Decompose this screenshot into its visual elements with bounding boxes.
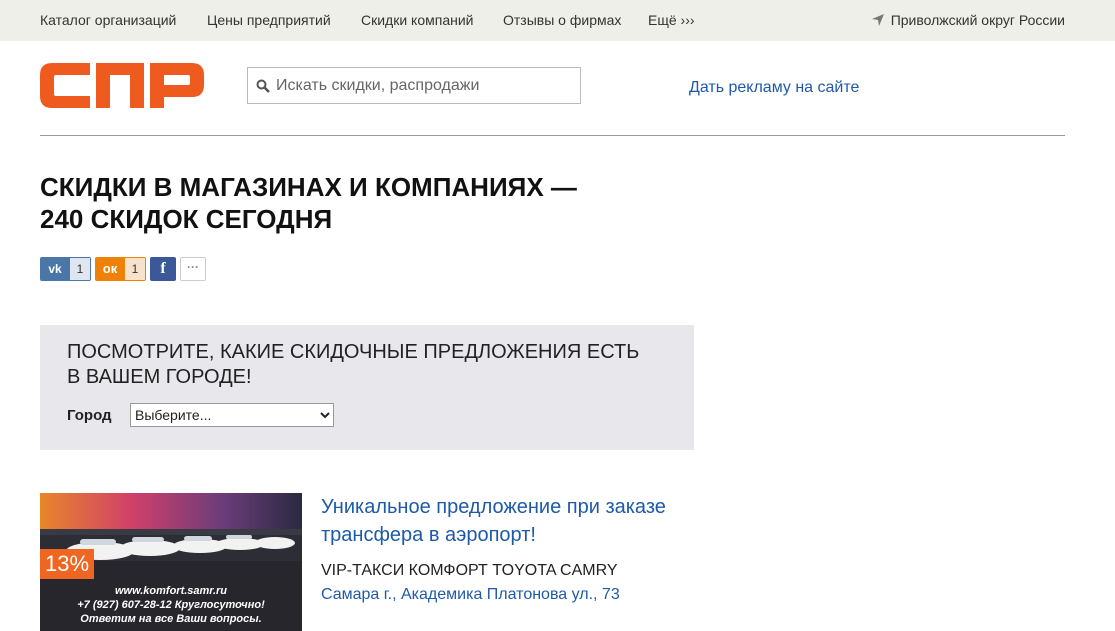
page-title-line-2: 240 СКИДОК СЕГОДНЯ <box>40 204 333 234</box>
header-divider <box>40 135 1065 136</box>
nav-discounts-link[interactable]: Скидки компаний <box>361 12 474 28</box>
nav-reviews-link[interactable]: Отзывы о фирмах <box>503 12 621 28</box>
page-title: СКИДКИ В МАГАЗИНАХ И КОМПАНИЯХ — 240 СКИ… <box>40 171 660 235</box>
search-input[interactable] <box>276 68 576 103</box>
location-arrow-icon <box>871 14 884 26</box>
vk-icon: vk <box>41 258 70 280</box>
offer-image[interactable]: 13% www.komfort.samr.ru +7 (927) 607-28-… <box>40 493 302 631</box>
social-share-bar: vk 1 ок 1 f ··· <box>40 257 210 281</box>
city-filter-heading-line-2: В ВАШЕМ ГОРОДЕ! <box>67 366 252 388</box>
region-label: Приволжский округ России <box>890 12 1065 28</box>
city-select[interactable]: Выберите... <box>130 403 334 427</box>
search-icon[interactable] <box>256 79 270 93</box>
ok-share-count: 1 <box>125 258 145 280</box>
discount-badge: 13% <box>40 549 94 579</box>
nav-more-link[interactable]: Ещё ››› <box>648 12 695 28</box>
city-filter-heading-line-1: ПОСМОТРИТЕ, КАКИЕ СКИДОЧНЫЕ ПРЕДЛОЖЕНИЯ … <box>67 341 640 363</box>
odnoklassniki-icon: ок <box>96 258 125 280</box>
nav-prices-link[interactable]: Цены предприятий <box>207 12 331 28</box>
vk-share-count: 1 <box>70 258 90 280</box>
nav-catalog-link[interactable]: Каталог организаций <box>40 12 176 28</box>
city-label: Город <box>67 407 112 424</box>
page-title-line-1: СКИДКИ В МАГАЗИНАХ И КОМПАНИЯХ — <box>40 172 577 202</box>
offer-title-link[interactable]: Уникальное предложение при заказе трансф… <box>321 493 701 549</box>
search-box <box>247 67 581 104</box>
image-caption-note: Ответим на все Ваши вопросы. <box>80 613 262 625</box>
city-filter-panel: ПОСМОТРИТЕ, КАКИЕ СКИДОЧНЫЕ ПРЕДЛОЖЕНИЯ … <box>40 325 694 450</box>
image-caption-phone: +7 (927) 607-28-12 Круглосуточно! <box>77 599 265 611</box>
offer-address-link[interactable]: Самара г., Академика Платонова ул., 73 <box>321 586 620 604</box>
facebook-icon: f <box>160 260 166 277</box>
image-caption-url: www.komfort.samr.ru <box>114 585 228 597</box>
offer-company-name: VIP-ТАКСИ КОМФОРТ TOYOTA CAMRY <box>321 562 618 579</box>
ok-share-button[interactable]: ок 1 <box>95 257 146 281</box>
site-logo[interactable] <box>40 63 204 108</box>
offer-title-line-1: Уникальное предложение при заказе <box>321 496 666 518</box>
city-filter-heading: ПОСМОТРИТЕ, КАКИЕ СКИДОЧНЫЕ ПРЕДЛОЖЕНИЯ … <box>67 340 687 390</box>
top-bar: Каталог организаций Цены предприятий Ски… <box>0 0 1115 41</box>
more-dots-icon: ··· <box>187 260 199 274</box>
facebook-share-button[interactable]: f <box>150 257 176 281</box>
offer-title-line-2: трансфера в аэропорт! <box>321 524 536 546</box>
more-share-button[interactable]: ··· <box>180 257 206 281</box>
region-selector[interactable]: Приволжский округ России <box>871 12 1065 28</box>
advertise-link[interactable]: Дать рекламу на сайте <box>689 79 859 97</box>
vk-share-button[interactable]: vk 1 <box>40 257 91 281</box>
